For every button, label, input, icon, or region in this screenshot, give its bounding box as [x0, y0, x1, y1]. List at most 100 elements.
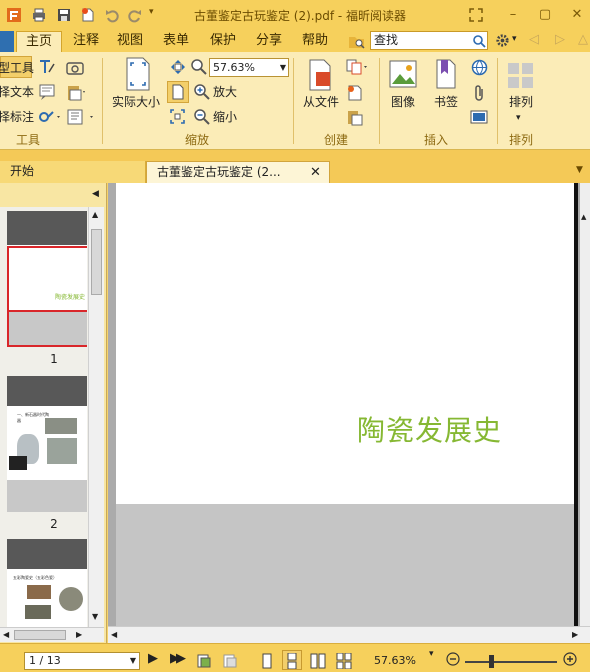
- facing-pages-icon[interactable]: [310, 653, 326, 669]
- arrange-button[interactable]: 排列: [503, 93, 539, 110]
- new-file-icon[interactable]: [80, 7, 96, 23]
- zoom-out-button[interactable]: 缩小: [213, 108, 237, 125]
- search-icon[interactable]: [472, 34, 486, 48]
- maximize-button[interactable]: ▢: [534, 5, 556, 25]
- zoom-percentage: 57.63%: [374, 654, 416, 667]
- snapshot-camera-icon[interactable]: [66, 59, 84, 75]
- video-icon[interactable]: [470, 109, 488, 125]
- actual-size-icon[interactable]: [121, 56, 155, 92]
- tab-protect[interactable]: 保护: [203, 31, 243, 52]
- continuous-facing-icon[interactable]: [336, 653, 352, 669]
- bookmark-icon[interactable]: [434, 58, 458, 90]
- settings-gear-icon[interactable]: [495, 33, 510, 48]
- search-input[interactable]: 查找: [370, 31, 488, 50]
- web-link-icon[interactable]: [471, 59, 488, 76]
- page-thumbnail-3[interactable]: 五彩陶瓷史（五彩色瓷）: [7, 539, 87, 627]
- thumb-image: [47, 438, 77, 464]
- collapse-panel-icon[interactable]: ◀: [92, 189, 99, 199]
- tab-form[interactable]: 表单: [156, 31, 196, 52]
- print-icon[interactable]: [31, 7, 47, 23]
- from-file-button[interactable]: 从文件: [300, 93, 342, 110]
- previous-view-icon[interactable]: [196, 653, 212, 669]
- undo-icon[interactable]: [104, 7, 120, 23]
- clipboard-page-icon[interactable]: [346, 108, 364, 126]
- zoom-level-select[interactable]: 57.63% ▼: [209, 58, 289, 77]
- arrange-dropdown-icon[interactable]: ▾: [516, 113, 521, 123]
- zoom-in-icon[interactable]: [193, 83, 210, 100]
- tab-start[interactable]: 开始: [0, 161, 146, 183]
- page-number-select[interactable]: 1 / 13 ▼: [24, 652, 140, 670]
- tab-document[interactable]: 古董鉴定古玩鉴定 (2...: [146, 161, 330, 183]
- scroll-up-icon[interactable]: ▲: [92, 210, 98, 219]
- zoom-slider-track[interactable]: [465, 661, 557, 663]
- from-file-icon[interactable]: [306, 58, 336, 92]
- tab-share[interactable]: 分享: [249, 31, 289, 52]
- thumbnail-scrollbar[interactable]: ▲ ▼: [88, 207, 104, 627]
- arrange-icon[interactable]: [506, 61, 536, 91]
- image-icon[interactable]: [389, 60, 417, 88]
- next-view-icon[interactable]: [222, 653, 238, 669]
- close-tab-icon[interactable]: ✕: [310, 165, 321, 180]
- fullscreen-icon[interactable]: [469, 8, 483, 22]
- zoom-in-button[interactable]: 放大: [213, 83, 237, 100]
- typewriter-icon[interactable]: [38, 58, 56, 76]
- scroll-left-icon[interactable]: ◀: [3, 630, 9, 639]
- hand-tool-button[interactable]: 手型工具: [0, 59, 34, 76]
- ribbon-collapse-icon[interactable]: △: [578, 32, 588, 47]
- link-icon[interactable]: [38, 108, 64, 126]
- fit-page-icon[interactable]: [170, 59, 186, 75]
- note-icon[interactable]: [38, 83, 56, 101]
- document-view[interactable]: 陶瓷发展史 ▲ ◀ ▶: [108, 183, 590, 643]
- zoom-magnifier-icon[interactable]: [190, 58, 207, 75]
- bookmark-button[interactable]: 书签: [429, 93, 463, 110]
- nav-forward-icon[interactable]: ▷: [555, 32, 565, 47]
- tab-comment[interactable]: 注释: [66, 31, 106, 52]
- scrollbar-thumb[interactable]: [91, 229, 102, 295]
- nav-back-icon[interactable]: ◁: [529, 32, 539, 47]
- thumbnail-hscrollbar[interactable]: ◀ ▶: [0, 627, 104, 642]
- select-text-button[interactable]: 选择文本: [0, 83, 34, 100]
- page-thumbnail-2[interactable]: 一、新石器时代陶器: [7, 376, 87, 512]
- zoom-slider-handle[interactable]: [489, 655, 494, 668]
- save-icon[interactable]: [56, 7, 72, 23]
- zoom-menu-icon[interactable]: ▾: [429, 649, 434, 659]
- redo-icon[interactable]: [127, 7, 143, 23]
- scroll-right-icon[interactable]: ▶: [572, 630, 578, 639]
- close-button[interactable]: ✕: [566, 5, 588, 25]
- tab-view[interactable]: 视图: [110, 31, 150, 52]
- scroll-left-icon[interactable]: ◀: [111, 630, 117, 639]
- fit-visible-icon[interactable]: [169, 108, 186, 125]
- document-hscrollbar[interactable]: ◀ ▶: [108, 626, 590, 643]
- scroll-up-icon[interactable]: ▲: [581, 213, 586, 221]
- settings-dropdown-icon[interactable]: ▾: [512, 34, 517, 44]
- combine-files-icon[interactable]: [346, 59, 370, 75]
- actual-size-button[interactable]: 实际大小: [110, 93, 162, 110]
- find-folder-icon[interactable]: [348, 33, 365, 50]
- document-scrollbar[interactable]: ▲: [580, 183, 590, 626]
- tabs-dropdown-icon[interactable]: ▼: [576, 165, 583, 175]
- continuous-page-icon[interactable]: [285, 653, 299, 669]
- attachment-icon[interactable]: [66, 108, 96, 126]
- file-menu-button[interactable]: [0, 31, 14, 52]
- tab-help[interactable]: 帮助: [295, 31, 335, 52]
- fit-width-icon[interactable]: [171, 84, 185, 100]
- single-page-icon[interactable]: [260, 653, 274, 669]
- blank-page-icon[interactable]: [346, 84, 364, 102]
- zoom-group-label: 缩放: [184, 133, 209, 147]
- clipboard-icon[interactable]: [66, 83, 86, 101]
- paperclip-icon[interactable]: [472, 84, 487, 102]
- next-page-icon[interactable]: ▶: [148, 651, 158, 666]
- zoom-out-circle-icon[interactable]: [446, 652, 460, 666]
- image-button[interactable]: 图像: [387, 93, 419, 110]
- minimize-button[interactable]: –: [502, 5, 524, 25]
- select-annotation-button[interactable]: 选择标注: [0, 108, 34, 125]
- page-thumbnail-1[interactable]: 陶瓷发展史: [7, 211, 87, 347]
- quick-access-dropdown-icon[interactable]: ▾: [149, 7, 165, 23]
- zoom-out-icon[interactable]: [193, 108, 210, 125]
- scroll-down-icon[interactable]: ▼: [92, 612, 98, 621]
- zoom-in-circle-icon[interactable]: [563, 652, 577, 666]
- last-page-icon[interactable]: ▶▶: [170, 651, 186, 666]
- scroll-right-icon[interactable]: ▶: [76, 630, 82, 639]
- hscrollbar-thumb[interactable]: [14, 630, 66, 640]
- tab-home[interactable]: 主页: [16, 31, 62, 52]
